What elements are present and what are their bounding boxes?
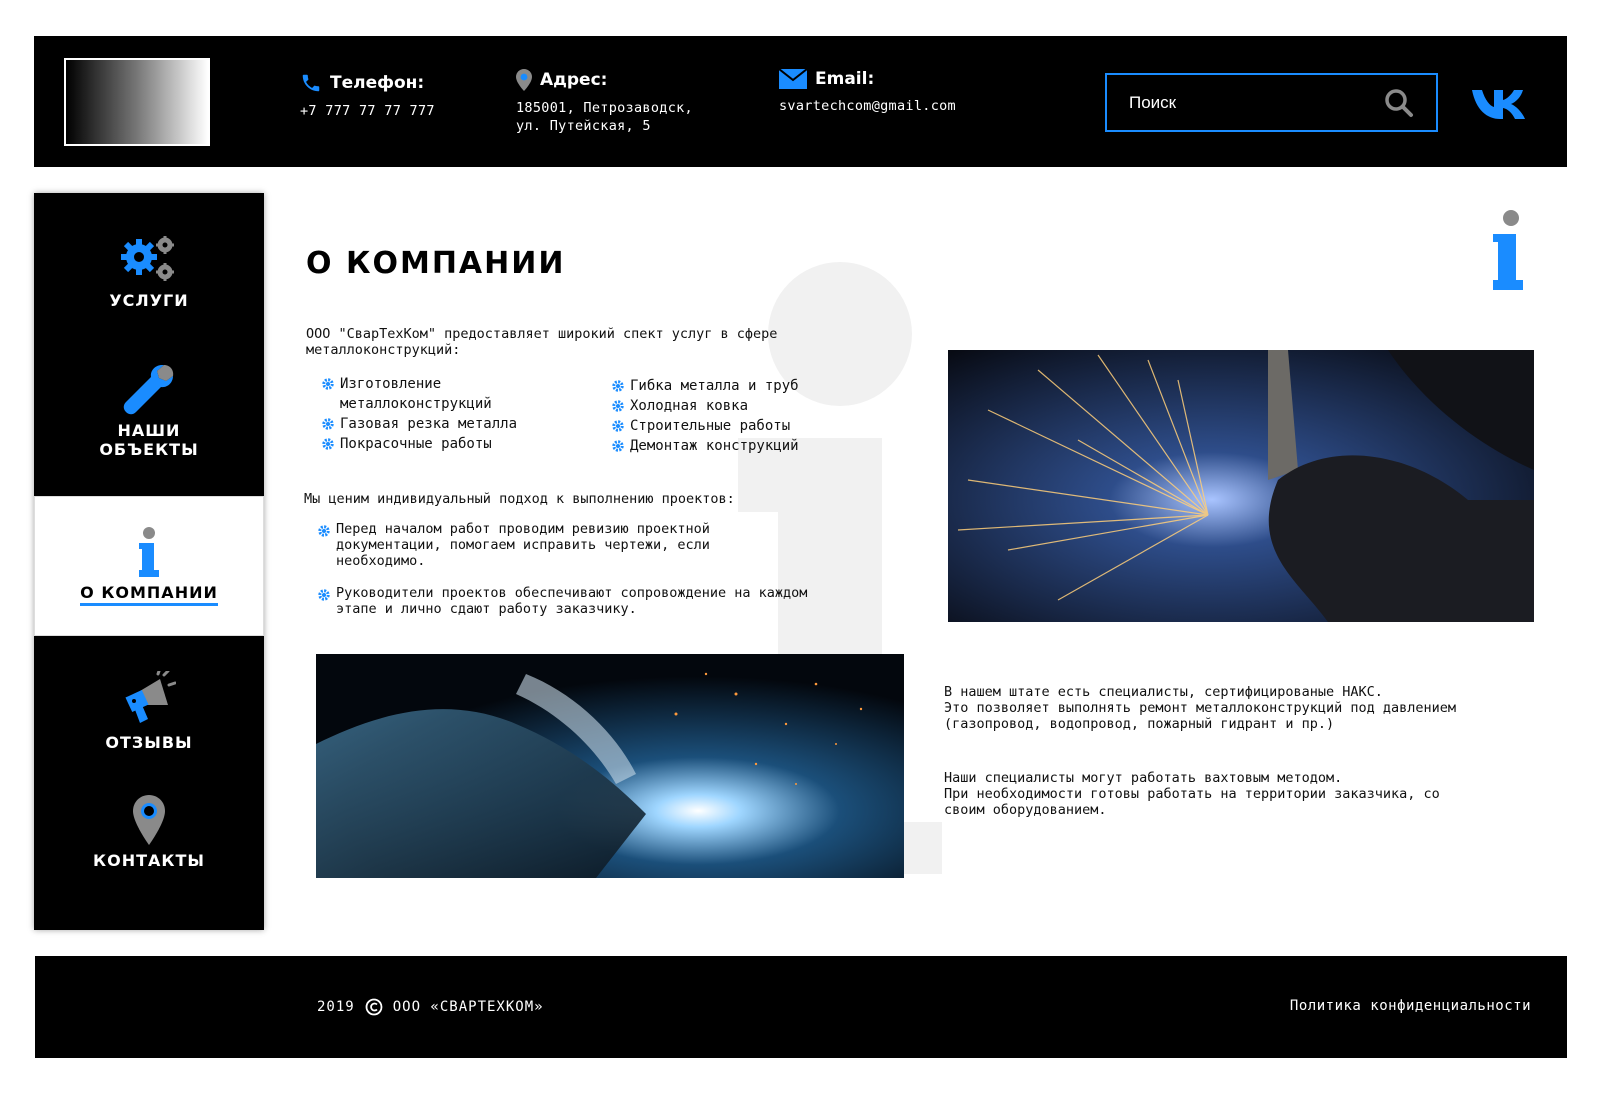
list-item: Демонтаж конструкций xyxy=(612,436,852,456)
list-item: Газовая резка металла xyxy=(322,414,562,434)
location-pin-icon xyxy=(133,795,165,845)
gear-icon xyxy=(322,438,334,450)
sidebar-item-label: ОБЪЕКТЫ xyxy=(99,440,199,459)
sidebar-nav: УСЛУГИ НАШИ ОБЪЕКТЫ О КОМПАНИИ ОТЗЫВЫ КО… xyxy=(34,193,264,930)
phone-icon xyxy=(302,74,320,92)
megaphone-icon xyxy=(125,671,176,723)
intro-line: металлоконструкций: xyxy=(306,342,461,358)
sidebar-item-objects[interactable]: НАШИ ОБЪЕКТЫ xyxy=(34,363,264,463)
search-icon[interactable] xyxy=(1384,88,1414,118)
gear-icon xyxy=(612,420,624,432)
sidebar-item-label: УСЛУГИ xyxy=(109,291,189,310)
vk-icon[interactable] xyxy=(1472,88,1530,120)
copyright-year: 2019 xyxy=(317,999,355,1015)
gear-icon xyxy=(322,418,334,430)
phone-value[interactable]: +7 777 77 77 777 xyxy=(300,102,435,120)
search-input[interactable] xyxy=(1129,92,1384,113)
naks-text: В нашем штате есть специалисты, сертифиц… xyxy=(944,684,1457,732)
list-item: Холодная ковка xyxy=(612,396,852,416)
services-list-left: Изготовление металлоконструкций Газовая … xyxy=(322,374,562,454)
list-item: Строительные работы xyxy=(612,416,852,436)
approach-heading: Мы ценим индивидуальный подход к выполне… xyxy=(304,491,735,507)
welding-photo xyxy=(316,654,904,878)
site-footer: 2019 ООО «СВАРТЕХКОМ» Политика конфиденц… xyxy=(35,956,1567,1058)
logo[interactable] xyxy=(64,58,210,146)
email-label: Email: xyxy=(815,69,875,89)
list-item: Руководители проектов обеспечивают сопро… xyxy=(318,585,818,617)
company-name: ООО «СВАРТЕХКОМ» xyxy=(392,999,544,1015)
gear-icon xyxy=(612,380,624,392)
intro-line: ООО "СварТехКом" предоставляет широкий с… xyxy=(306,326,778,342)
info-icon xyxy=(1493,210,1523,290)
list-item: Изготовление металлоконструкций xyxy=(322,374,562,414)
site-header: Телефон: +7 777 77 77 777 Адрес: 185001,… xyxy=(34,36,1567,167)
info-icon xyxy=(139,527,159,577)
grinding-photo xyxy=(948,350,1534,622)
gear-icon xyxy=(318,525,330,537)
address-label: Адрес: xyxy=(540,70,608,90)
sidebar-item-label: О КОМПАНИИ xyxy=(80,583,218,606)
list-item: Перед началом работ проводим ревизию про… xyxy=(318,521,818,569)
phone-label: Телефон: xyxy=(330,73,425,93)
approach-list: Перед началом работ проводим ревизию про… xyxy=(318,521,818,633)
sidebar-item-about[interactable]: О КОМПАНИИ xyxy=(34,496,264,636)
privacy-policy-link[interactable]: Политика конфиденциальности xyxy=(1290,998,1531,1014)
address-contact: Адрес: 185001, Петрозаводск, ул. Путейск… xyxy=(516,69,693,135)
phone-contact: Телефон: +7 777 77 77 777 xyxy=(300,72,435,120)
sidebar-item-services[interactable]: УСЛУГИ xyxy=(34,233,264,313)
copyright-icon xyxy=(365,998,383,1016)
list-item: Гибка металла и труб xyxy=(612,376,852,396)
sidebar-item-label: ОТЗЫВЫ xyxy=(105,733,193,752)
page-title: О КОМПАНИИ xyxy=(306,246,566,281)
location-pin-icon xyxy=(516,69,532,91)
intro-text: ООО "СварТехКом" предоставляет широкий с… xyxy=(306,326,777,358)
sidebar-item-label: КОНТАКТЫ xyxy=(93,851,205,870)
address-line-2: ул. Путейская, 5 xyxy=(516,118,651,134)
gear-icon xyxy=(322,378,334,390)
email-value[interactable]: svartechcom@gmail.com xyxy=(779,97,956,115)
email-contact: Email: svartechcom@gmail.com xyxy=(779,69,956,115)
gear-icon xyxy=(318,589,330,601)
gear-icon xyxy=(612,440,624,452)
gear-icon xyxy=(612,400,624,412)
list-item: Покрасочные работы xyxy=(322,434,562,454)
gears-icon xyxy=(121,236,174,281)
envelope-icon xyxy=(779,69,807,89)
sidebar-item-label: НАШИ xyxy=(117,421,181,440)
search-box xyxy=(1105,73,1438,132)
shift-text: Наши специалисты могут работать вахтовым… xyxy=(944,770,1440,818)
address-line-1: 185001, Петрозаводск, xyxy=(516,100,693,116)
sidebar-item-reviews[interactable]: ОТЗЫВЫ xyxy=(34,671,264,761)
sidebar-item-contacts[interactable]: КОНТАКТЫ xyxy=(34,795,264,885)
wrench-icon xyxy=(123,365,174,415)
services-list-right: Гибка металла и труб Холодная ковка Стро… xyxy=(612,376,852,456)
